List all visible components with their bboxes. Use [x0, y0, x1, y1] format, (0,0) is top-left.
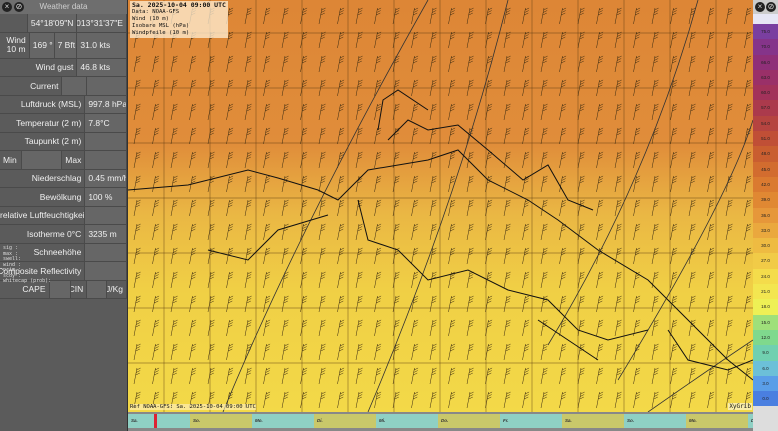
- timeline-day[interactable]: So.: [190, 414, 252, 428]
- snow-value: [85, 243, 127, 261]
- timeline-day[interactable]: Do.: [438, 414, 500, 428]
- latitude: 54°18'09"N: [27, 14, 78, 32]
- gust-label: Wind gust: [0, 58, 78, 76]
- close-legend-icon[interactable]: ×: [755, 2, 765, 12]
- map-overlay: [128, 0, 753, 412]
- temperature-value: 7.8°C: [85, 114, 127, 132]
- cape-unit: J/Kg: [107, 280, 127, 298]
- legend-entry: 3.0: [753, 375, 778, 392]
- cape-value: [49, 280, 72, 298]
- timeline-day[interactable]: Mo.: [252, 414, 314, 428]
- min-value: [21, 151, 62, 169]
- legend-entry: 6.0: [753, 360, 778, 376]
- legend-entry: 39.0: [753, 192, 778, 208]
- temperature-label: Temperatur (2 m): [0, 114, 86, 132]
- reference-time: Ref NOAA-GFS: Sa. 2025-10-04 09:00 UTC: [130, 404, 256, 410]
- legend-entry: 54.0: [753, 115, 778, 132]
- color-legend: × ⊘ 75.0 70.0 66.0 63.0 60.0 57.0 54.0 51.0 48.0…: [753, 0, 778, 431]
- timeline-day[interactable]: Fr.: [500, 414, 562, 428]
- isobar-line: [367, 0, 509, 412]
- legend-entry: 57.0: [753, 100, 778, 116]
- isobar-line: [617, 119, 753, 381]
- current-value-1: [62, 77, 88, 95]
- layer-isobars: Isobare MSL (hPa): [132, 23, 190, 29]
- cin-label: CIN: [71, 280, 88, 298]
- legend-entry: 66.0: [753, 54, 778, 70]
- wind-label: Wind 10 m: [0, 32, 30, 58]
- precipitation-value: 0.45 mm/h: [85, 169, 127, 187]
- legend-entry: 42.0: [753, 176, 778, 193]
- pressure-label: Luftdruck (MSL): [0, 95, 86, 113]
- legend-entry: 51.0: [753, 131, 778, 147]
- pressure-value: 997.8 hPa: [85, 95, 127, 113]
- legend-entry: 48.0: [753, 146, 778, 162]
- max-label: Max: [62, 151, 86, 169]
- isotherm-value: 3235 m: [85, 225, 127, 243]
- weather-data-panel: × ⊘ Weather data 54°18'09"N 013°31'37"E W…: [0, 0, 128, 431]
- settings-legend-icon[interactable]: ⊘: [766, 2, 776, 12]
- layer-wind: Wind (10 m): [132, 16, 170, 22]
- map-info-box: Sa. 2025-10-04 09:00 UTC Data: NOAA-GFS …: [130, 1, 228, 38]
- reflectivity-value: [85, 262, 127, 280]
- wind-bft: 7 Bft: [54, 32, 78, 58]
- coastline-detail: [207, 89, 753, 371]
- wind-direction: 169 °: [29, 32, 55, 58]
- legend-entry: 63.0: [753, 69, 778, 86]
- layer-wind-barbs: Windpfeile (10 m): [132, 30, 190, 36]
- dewpoint-value: [85, 132, 127, 150]
- panel-titlebar: × ⊘ Weather data: [0, 0, 127, 14]
- weather-map[interactable]: Sa. 2025-10-04 09:00 UTC Data: NOAA-GFS …: [128, 0, 753, 412]
- minimize-icon[interactable]: ⊘: [14, 2, 24, 12]
- timeline-day[interactable]: Di.: [314, 414, 376, 428]
- time-cursor[interactable]: [154, 414, 157, 428]
- brand-label: XyGrib: [728, 403, 752, 410]
- humidity-value: [85, 206, 127, 224]
- panel-title: Weather data: [39, 2, 88, 11]
- legend-entry: 21.0: [753, 284, 778, 300]
- dewpoint-label: Taupunkt (2 m): [0, 132, 86, 150]
- timeline-day[interactable]: Sa.: [128, 414, 190, 428]
- legend-entry: 24.0: [753, 268, 778, 285]
- current-value-2: [87, 77, 127, 95]
- legend-entry: 75.0: [753, 24, 778, 40]
- time-slider[interactable]: Di.Mo.So.Sa.Fr.Do.Mi.Di.Mo.So.Sa.: [128, 412, 778, 431]
- precipitation-label: Niederschlag: [0, 169, 86, 187]
- current-label: Current: [0, 77, 63, 95]
- timeline-day[interactable]: Mi.: [376, 414, 438, 428]
- isotherm-label: Isotherme 0°C: [0, 225, 86, 243]
- close-icon[interactable]: ×: [2, 2, 12, 12]
- legend-entry: 33.0: [753, 222, 778, 239]
- gust-value: 46.8 kts: [77, 58, 127, 76]
- min-label: Min: [0, 151, 22, 169]
- coastline: [128, 149, 753, 381]
- humidity-label: relative Luftfeuchtigkeit (: [0, 206, 86, 224]
- cin-value: [87, 280, 108, 298]
- cloud-label: Bewölkung: [0, 188, 86, 206]
- wind-barbs: [133, 7, 752, 409]
- legend-entry: 45.0: [753, 161, 778, 177]
- timeline-day[interactable]: Mo.: [686, 414, 748, 428]
- legend-entry: 30.0: [753, 238, 778, 254]
- wave-data-text: sig : max : swell: wind : prim : scdy : …: [3, 245, 52, 284]
- isobar-line: [547, 0, 699, 346]
- data-source: Data: NOAA-GFS: [132, 9, 180, 15]
- legend-entry: 18.0: [753, 299, 778, 315]
- legend-entry: 36.0: [753, 207, 778, 223]
- isobar-line: [647, 339, 753, 412]
- timeline-day[interactable]: So.: [624, 414, 686, 428]
- longitude: 013°31'37"E: [77, 14, 127, 32]
- legend-entry: 9.0: [753, 345, 778, 361]
- wind-speed: 31.0 kts: [77, 32, 127, 58]
- legend-entry: 70.0: [753, 39, 778, 55]
- forecast-date: Sa. 2025-10-04 09:00 UTC: [132, 1, 226, 9]
- timeline-day[interactable]: Sa.: [562, 414, 624, 428]
- legend-entry: 15.0: [753, 314, 778, 330]
- legend-entry: 27.0: [753, 253, 778, 269]
- max-value: [85, 151, 127, 169]
- cloud-value: 100 %: [85, 188, 127, 206]
- legend-entry: 0.0: [753, 391, 778, 407]
- legend-entry: 12.0: [753, 329, 778, 346]
- legend-entry: 60.0: [753, 85, 778, 101]
